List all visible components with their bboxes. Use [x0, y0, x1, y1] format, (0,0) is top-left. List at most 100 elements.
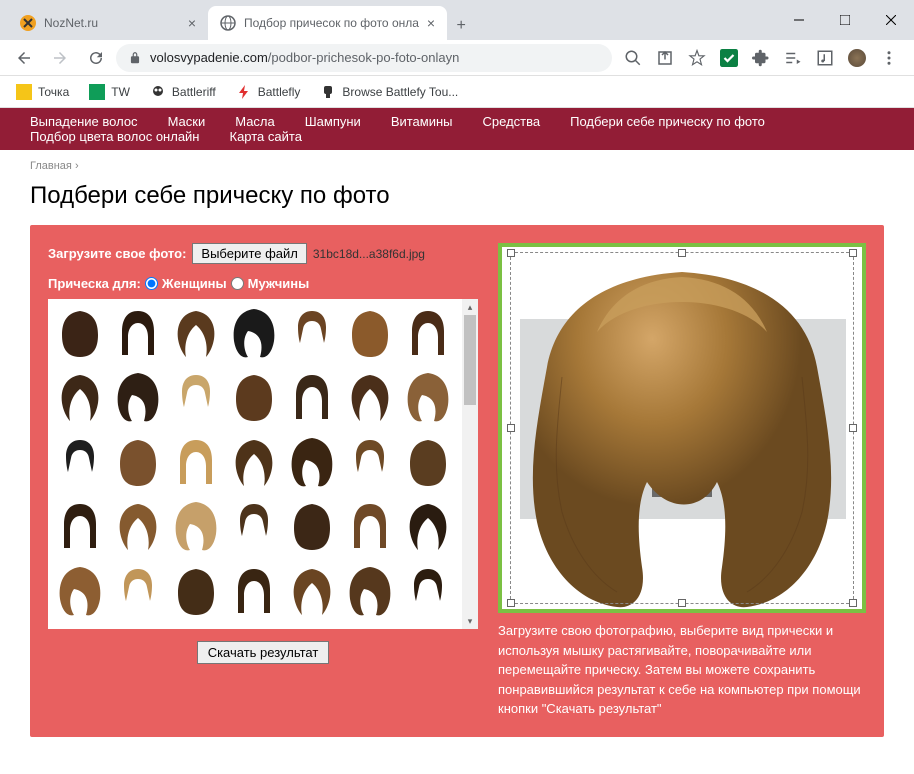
- hairstyle-thumb[interactable]: [110, 367, 166, 427]
- preview-box[interactable]: [498, 243, 866, 613]
- download-result-button[interactable]: Скачать результат: [197, 641, 330, 664]
- skull-icon: [150, 84, 166, 100]
- hairstyle-thumb[interactable]: [110, 303, 166, 363]
- hairstyle-thumb[interactable]: [400, 367, 456, 427]
- profile-avatar[interactable]: [848, 49, 866, 67]
- tab-noznet[interactable]: NozNet.ru ×: [8, 6, 208, 40]
- hairstyle-thumb[interactable]: [52, 303, 108, 363]
- resize-handle-ne[interactable]: [849, 249, 857, 257]
- search-icon[interactable]: [624, 49, 642, 67]
- resize-handle-w[interactable]: [507, 424, 515, 432]
- nav-link[interactable]: Подбери себе прическу по фото: [570, 114, 765, 129]
- music-icon[interactable]: [816, 49, 834, 67]
- hairstyle-thumb[interactable]: [400, 561, 456, 621]
- hairstyle-thumb[interactable]: [284, 367, 340, 427]
- reload-button[interactable]: [80, 42, 112, 74]
- hairstyle-thumb[interactable]: [52, 561, 108, 621]
- close-icon[interactable]: ×: [188, 15, 196, 31]
- nav-link[interactable]: Подбор цвета волос онлайн: [30, 129, 200, 144]
- sheets-icon: [89, 84, 105, 100]
- bookmark-battlefy[interactable]: Browse Battlefy Tou...: [312, 78, 466, 106]
- gender-row: Прическа для: Женщины Мужчины: [48, 276, 478, 291]
- playlist-icon[interactable]: [784, 49, 802, 67]
- hairstyle-thumb[interactable]: [284, 561, 340, 621]
- hairstyle-thumb[interactable]: [168, 561, 224, 621]
- back-button[interactable]: [8, 42, 40, 74]
- hairstyle-thumb[interactable]: [52, 432, 108, 492]
- hairstyle-thumb[interactable]: [168, 367, 224, 427]
- hairstyle-thumb[interactable]: [284, 303, 340, 363]
- hairstyle-thumb[interactable]: [52, 367, 108, 427]
- breadcrumb-home[interactable]: Главная: [30, 160, 72, 172]
- hairstyle-thumb[interactable]: [168, 303, 224, 363]
- url-input[interactable]: volosvypadenie.com/podbor-prichesok-po-f…: [116, 44, 612, 72]
- gender-female-radio[interactable]: [145, 277, 158, 290]
- nav-link[interactable]: Выпадение волос: [30, 114, 138, 129]
- hairstyle-thumb[interactable]: [400, 432, 456, 492]
- hairstyle-thumb[interactable]: [168, 496, 224, 556]
- bolt-icon: [236, 84, 252, 100]
- hairstyle-thumb[interactable]: [110, 561, 166, 621]
- gender-male-label[interactable]: Мужчины: [248, 276, 310, 291]
- hairstyle-thumb[interactable]: [110, 432, 166, 492]
- hairstyle-thumb[interactable]: [400, 303, 456, 363]
- new-tab-button[interactable]: +: [447, 12, 475, 40]
- adblock-icon[interactable]: [720, 49, 738, 67]
- hairstyle-thumb[interactable]: [284, 432, 340, 492]
- site-navigation: Выпадение волос Маски Масла Шампуни Витамины…: [0, 108, 914, 150]
- nav-link[interactable]: Шампуни: [305, 114, 361, 129]
- nav-link[interactable]: Масла: [235, 114, 275, 129]
- resize-handle-sw[interactable]: [507, 599, 515, 607]
- choose-file-button[interactable]: Выберите файл: [192, 243, 306, 264]
- hairstyle-thumb[interactable]: [342, 367, 398, 427]
- bookmark-tw[interactable]: TW: [81, 78, 138, 106]
- menu-icon[interactable]: [880, 49, 898, 67]
- hairstyle-thumb[interactable]: [342, 303, 398, 363]
- close-icon[interactable]: ×: [427, 15, 435, 31]
- star-icon[interactable]: [688, 49, 706, 67]
- gallery-scrollbar[interactable]: ▴ ▾: [462, 299, 478, 629]
- bookmark-battlefly[interactable]: Battlefly: [228, 78, 309, 106]
- hairstyle-thumb[interactable]: [400, 496, 456, 556]
- nav-link[interactable]: Витамины: [391, 114, 453, 129]
- gender-female-label[interactable]: Женщины: [162, 276, 227, 291]
- hairstyle-thumb[interactable]: [52, 496, 108, 556]
- hairstyle-thumb[interactable]: [226, 561, 282, 621]
- resize-handle-se[interactable]: [849, 599, 857, 607]
- gender-male-radio[interactable]: [231, 277, 244, 290]
- share-icon[interactable]: [656, 49, 674, 67]
- hairstyle-thumb[interactable]: [226, 496, 282, 556]
- trophy-icon: [320, 84, 336, 100]
- hairstyle-thumb[interactable]: [226, 367, 282, 427]
- resize-handle-nw[interactable]: [507, 249, 515, 257]
- bookmarks-bar: Точка TW Battleriff Battlefly Browse Bat…: [0, 76, 914, 108]
- nav-link[interactable]: Средства: [483, 114, 541, 129]
- scroll-thumb[interactable]: [464, 315, 476, 405]
- bookmark-battleriff[interactable]: Battleriff: [142, 78, 224, 106]
- resize-handle-e[interactable]: [849, 424, 857, 432]
- maximize-button[interactable]: [822, 4, 868, 36]
- resize-handle-n[interactable]: [678, 249, 686, 257]
- hairstyle-thumb[interactable]: [342, 561, 398, 621]
- hairstyle-thumb[interactable]: [342, 432, 398, 492]
- scroll-down-icon[interactable]: ▾: [462, 613, 478, 629]
- forward-button[interactable]: [44, 42, 76, 74]
- close-window-button[interactable]: [868, 4, 914, 36]
- resize-handle-s[interactable]: [678, 599, 686, 607]
- hairstyle-thumb[interactable]: [226, 432, 282, 492]
- extension-icon[interactable]: [752, 49, 770, 67]
- scroll-up-icon[interactable]: ▴: [462, 299, 478, 315]
- hairstyle-thumb[interactable]: [110, 496, 166, 556]
- bookmark-tochka[interactable]: Точка: [8, 78, 77, 106]
- upload-row: Загрузите свое фото: Выберите файл 31bc1…: [48, 243, 478, 264]
- tab-hairstyle[interactable]: Подбор причесок по фото онла ×: [208, 6, 447, 40]
- selection-box[interactable]: [510, 252, 854, 604]
- upload-label: Загрузите свое фото:: [48, 246, 186, 261]
- hairstyle-thumb[interactable]: [168, 432, 224, 492]
- nav-link[interactable]: Маски: [168, 114, 206, 129]
- hairstyle-thumb[interactable]: [284, 496, 340, 556]
- minimize-button[interactable]: [776, 4, 822, 36]
- hairstyle-thumb[interactable]: [342, 496, 398, 556]
- hairstyle-thumb[interactable]: [226, 303, 282, 363]
- nav-link[interactable]: Карта сайта: [230, 129, 302, 144]
